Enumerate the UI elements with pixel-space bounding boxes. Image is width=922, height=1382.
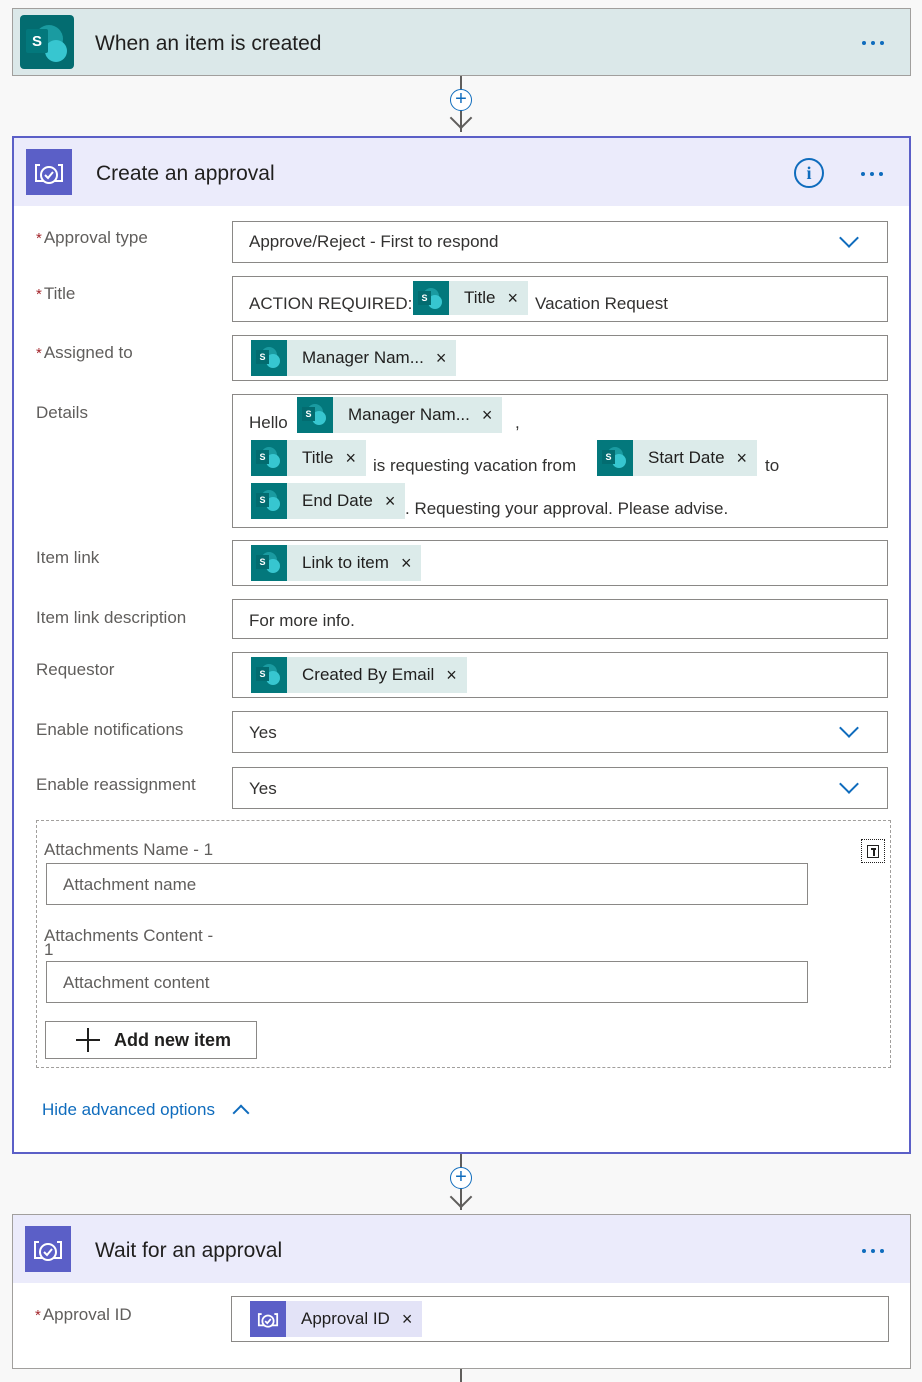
manager-name-token[interactable]: S Manager Nam... ×: [251, 340, 457, 376]
remove-token-icon[interactable]: ×: [508, 288, 529, 309]
requestor-field[interactable]: S Created By Email ×: [232, 652, 888, 698]
sharepoint-icon: S: [297, 397, 333, 433]
more-options-icon[interactable]: [862, 41, 884, 45]
details-field[interactable]: Hello S Manager Nam... × , S Title × is …: [232, 394, 888, 528]
create-approval-title: Create an approval: [96, 162, 275, 185]
approval-id-label: * Approval ID: [35, 1305, 132, 1324]
info-icon[interactable]: i: [794, 158, 824, 188]
approval-id-token[interactable]: Approval ID ×: [250, 1301, 423, 1337]
enable-notifications-dropdown[interactable]: Yes: [232, 711, 888, 753]
manager-name-token[interactable]: S Manager Nam... ×: [297, 397, 503, 433]
sharepoint-icon: S: [251, 483, 287, 519]
approvals-icon: [26, 149, 72, 195]
link-to-item-token[interactable]: S Link to item ×: [251, 545, 422, 581]
item-link-description-field[interactable]: For more info.: [232, 599, 888, 639]
add-new-item-button[interactable]: Add new item: [45, 1021, 257, 1059]
trigger-card[interactable]: S When an item is created: [12, 8, 911, 76]
hide-advanced-options-link[interactable]: Hide advanced options: [42, 1100, 250, 1122]
enable-reassignment-label: Enable reassignment: [36, 775, 196, 794]
wait-approval-card: Wait for an approval * Approval ID Approv…: [12, 1214, 911, 1369]
created-by-email-token[interactable]: S Created By Email ×: [251, 657, 467, 693]
end-date-token[interactable]: S End Date ×: [251, 483, 406, 519]
remove-token-icon[interactable]: ×: [446, 665, 467, 686]
assigned-to-label: * Assigned to: [36, 343, 133, 362]
chevron-down-icon: [839, 718, 859, 738]
remove-token-icon[interactable]: ×: [482, 405, 503, 426]
sharepoint-icon: S: [597, 440, 633, 476]
enable-notifications-label: Enable notifications: [36, 720, 184, 739]
wait-approval-title: Wait for an approval: [95, 1239, 283, 1262]
create-approval-card: Create an approval i * Approval type Appr…: [12, 136, 911, 1154]
more-options-icon[interactable]: [861, 172, 883, 176]
attachments-content-label: Attachments Content - 1: [44, 926, 214, 959]
plus-icon: [76, 1028, 100, 1052]
arrow-down-icon: [449, 106, 473, 130]
title-field[interactable]: ACTION REQUIRED: S Title × Vacation Requ…: [232, 276, 888, 322]
trigger-title: When an item is created: [95, 32, 322, 55]
sharepoint-icon: S: [251, 545, 287, 581]
item-link-description-label: Item link description: [36, 608, 187, 627]
dropdown-divider: [826, 262, 888, 263]
sharepoint-icon: S: [251, 440, 287, 476]
remove-token-icon[interactable]: ×: [401, 553, 422, 574]
attachments-name-label: Attachments Name - 1: [44, 840, 214, 859]
delete-item-icon[interactable]: [861, 839, 885, 863]
attachments-section: Attachments Name - 1 Attachment name Att…: [36, 820, 891, 1068]
remove-token-icon[interactable]: ×: [737, 448, 758, 469]
title-token[interactable]: S Title ×: [413, 281, 529, 315]
arrow-down-icon: [449, 1185, 473, 1209]
remove-token-icon[interactable]: ×: [402, 1309, 423, 1330]
title-label: * Title: [36, 284, 76, 303]
remove-token-icon[interactable]: ×: [346, 448, 367, 469]
approval-id-field[interactable]: Approval ID ×: [231, 1296, 889, 1342]
start-date-token[interactable]: S Start Date ×: [597, 440, 758, 476]
attachment-content-input[interactable]: Attachment content: [46, 961, 808, 1003]
chevron-up-icon: [232, 1104, 250, 1122]
remove-token-icon[interactable]: ×: [385, 491, 406, 512]
title-token[interactable]: S Title ×: [251, 440, 367, 476]
requestor-label: Requestor: [36, 660, 115, 679]
create-approval-header[interactable]: Create an approval i: [14, 138, 909, 206]
sharepoint-icon: S: [413, 281, 449, 315]
connector-line: [460, 1369, 462, 1382]
remove-token-icon[interactable]: ×: [436, 348, 457, 369]
chevron-down-icon: [839, 774, 859, 794]
sharepoint-icon: S: [251, 657, 287, 693]
approval-type-label: * Approval type: [36, 228, 148, 247]
more-options-icon[interactable]: [862, 1249, 884, 1253]
wait-approval-header[interactable]: Wait for an approval: [13, 1215, 910, 1283]
assigned-to-field[interactable]: S Manager Nam... ×: [232, 335, 888, 381]
item-link-field[interactable]: S Link to item ×: [232, 540, 888, 586]
dropdown-divider: [826, 808, 888, 809]
approvals-icon: [25, 1226, 71, 1272]
attachment-name-input[interactable]: Attachment name: [46, 863, 808, 905]
sharepoint-icon: S: [251, 340, 287, 376]
details-label: Details: [36, 403, 88, 422]
sharepoint-icon: S: [20, 15, 74, 69]
item-link-label: Item link: [36, 548, 100, 567]
approvals-icon: [250, 1301, 286, 1337]
enable-reassignment-dropdown[interactable]: Yes: [232, 767, 888, 809]
approval-type-dropdown[interactable]: Approve/Reject - First to respond: [232, 221, 888, 263]
chevron-down-icon: [839, 228, 859, 248]
